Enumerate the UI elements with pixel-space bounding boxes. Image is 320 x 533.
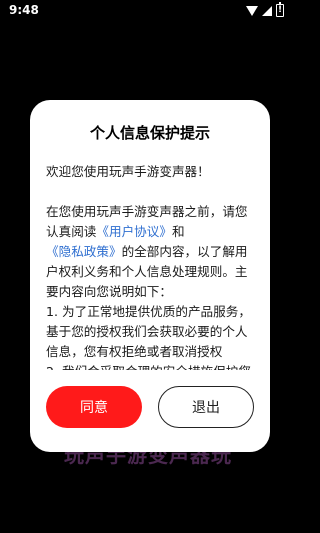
user-agreement-link[interactable]: 《用户协议》 [96,224,172,239]
wifi-icon [246,5,258,16]
exit-button[interactable]: 退出 [158,386,254,428]
signal-icon [262,5,272,16]
greeting-text: 欢迎您使用玩声手游变声器！ [46,164,210,179]
intro-paragraph: 在您使用玩声手游变声器之前，请您认真阅读《用户协议》和《隐私政策》的全部内容，以… [46,202,256,302]
dialog-title: 个人信息保护提示 [89,124,210,142]
status-time: 9:48 [9,3,39,17]
list-item-1: 1. 为了正常地提供优质的产品服务，基于您的授权我们会获取必要的个人信息，您有权… [46,304,251,359]
battery-alert-icon [276,2,284,17]
privacy-policy-link[interactable]: 《隐私政策》 [46,244,122,259]
list-item-2: 2. 我们会采取合理的安全措施保护您的个人信息 [46,362,256,370]
intro-and-text: 和 [171,224,185,239]
agree-button[interactable]: 同意 [46,386,142,428]
status-bar: 9:48 [0,0,300,22]
privacy-dialog: 个人信息保护提示 欢迎您使用玩声手游变声器！ 在您使用玩声手游变声器之前，请您认… [30,100,270,452]
dialog-body-scroll[interactable]: 欢迎您使用玩声手游变声器！ 在您使用玩声手游变声器之前，请您认真阅读《用户协议》… [46,162,256,370]
status-icons [246,2,284,17]
